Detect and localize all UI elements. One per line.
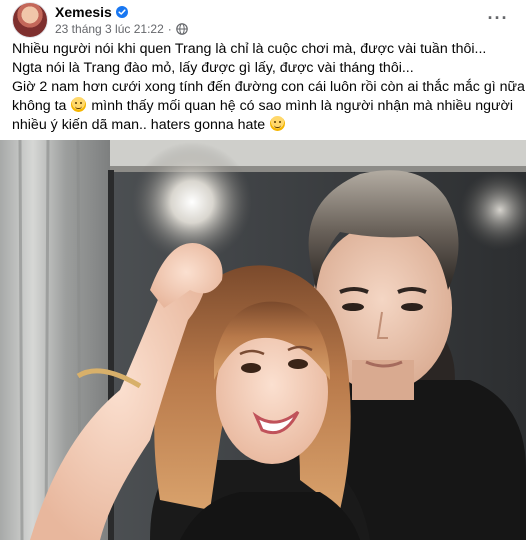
author-name[interactable]: Xemesis [55, 4, 112, 20]
facebook-post: Xemesis 23 tháng 3 lúc 21:22 · ··· Nhiều… [0, 0, 526, 540]
author-avatar[interactable] [12, 2, 48, 38]
post-text-line-4-start: không ta [12, 98, 71, 114]
globe-icon[interactable] [175, 23, 188, 35]
post-text-line-5-start: nhiều ý kiến dã man.. haters gonna hate [12, 117, 270, 133]
meta-separator: · [167, 22, 172, 36]
more-options-button[interactable]: ··· [482, 2, 514, 34]
post-timestamp[interactable]: 23 tháng 3 lúc 21:22 [55, 22, 164, 36]
post-header: Xemesis 23 tháng 3 lúc 21:22 · ··· [12, 2, 514, 40]
post-meta: 23 tháng 3 lúc 21:22 · [55, 21, 188, 37]
thinking-emoji-icon [71, 97, 87, 112]
verified-badge-icon [115, 6, 128, 18]
post-text-line-3: Giờ 2 nam hơn cưới xong tính đến đường c… [12, 79, 525, 95]
post-text: Nhiều người nói khi quen Trang là chỉ là… [12, 40, 525, 135]
author-row: Xemesis [55, 3, 128, 21]
post-text-line-4: không ta mình thấy mối quan hệ có sao mì… [12, 97, 516, 116]
upside-down-smile-emoji-icon [270, 116, 286, 131]
post-text-line-5: nhiều ý kiến dã man.. haters gonna hate [12, 116, 516, 135]
post-text-line-4-end: mình thấy mối quan hệ có sao mình là ngư… [87, 98, 514, 114]
couple-selfie-image [0, 140, 526, 540]
post-text-line-2: Ngta nói là Trang đào mỏ, lấy được gì lấ… [12, 60, 414, 76]
more-options-icon: ··· [487, 8, 509, 28]
post-photo[interactable] [0, 140, 526, 540]
post-text-line-1: Nhiều người nói khi quen Trang là chỉ là… [12, 41, 487, 57]
